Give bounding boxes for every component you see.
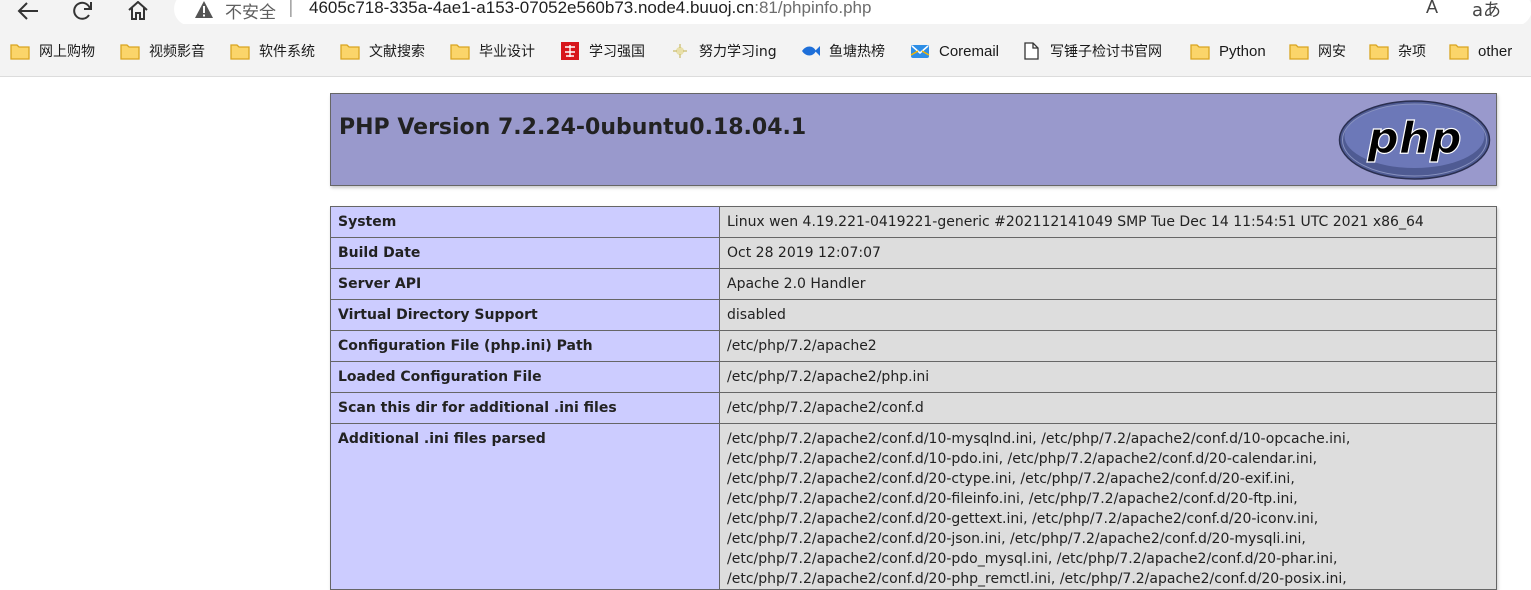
bookmarks-bar: 网上购物 视频影音 软件系统 文献搜索 毕业设计 学习强国 努力学习ing 鱼塘… [0, 24, 1531, 77]
bookmark-label: Coremail [939, 42, 1000, 60]
page-title: PHP Version 7.2.24-0ubuntu0.18.04.1 [339, 115, 807, 140]
table-row: Virtual Directory Support disabled [330, 299, 1497, 331]
folder-icon [1369, 44, 1389, 60]
warning-icon[interactable] [194, 0, 214, 20]
ini-file-line: /etc/php/7.2/apache2/conf.d/20-fileinfo.… [727, 491, 1298, 507]
page-icon [1024, 42, 1039, 60]
table-row: Loaded Configuration File /etc/php/7.2/a… [330, 361, 1497, 393]
table-row-additional-ini: Additional .ini files parsed /etc/php/7.… [330, 423, 1497, 590]
php-logo-text: php [1366, 113, 1461, 164]
bookmark-label: 写锤子检讨书官网 [1050, 44, 1162, 60]
ini-file-line: /etc/php/7.2/apache2/conf.d/20-ctype.ini… [727, 471, 1295, 487]
info-value: /etc/php/7.2/apache2/conf.d [719, 392, 1497, 424]
bookmark-label: 杂项 [1398, 44, 1426, 60]
bookmark-xie-chuizi[interactable]: 写锤子检讨书官网 [1021, 41, 1162, 61]
read-aloud-icon[interactable]: A̅ [1426, 0, 1438, 18]
bookmark-python[interactable]: Python [1190, 41, 1266, 61]
php-version-header: PHP Version 7.2.24-0ubuntu0.18.04.1 php [330, 93, 1497, 186]
bookmark-wangan[interactable]: 网安 [1289, 41, 1346, 61]
table-row: System Linux wen 4.19.221-0419221-generi… [330, 206, 1497, 238]
bookmark-wenxian-sousuo[interactable]: 文献搜索 [340, 41, 425, 61]
url-path: :81/phpinfo.php [754, 0, 872, 17]
info-key: Loaded Configuration File [330, 361, 720, 393]
bookmark-biye-sheji[interactable]: 毕业设计 [450, 41, 535, 61]
info-key: Scan this dir for additional .ini files [330, 392, 720, 424]
folder-icon [1190, 44, 1210, 60]
bookmark-label: 鱼塘热榜 [829, 44, 885, 60]
info-key: System [330, 206, 720, 238]
bookmark-wangshang-gouwu[interactable]: 网上购物 [10, 41, 95, 61]
bookmark-nuli-xuexi[interactable]: 努力学习ing [670, 41, 777, 61]
bookmark-label: other [1478, 42, 1513, 60]
bookmark-label: 网安 [1318, 44, 1346, 60]
bookmark-label: 视频影音 [149, 44, 205, 60]
table-row: Server API Apache 2.0 Handler [330, 268, 1497, 300]
info-value: Apache 2.0 Handler [719, 268, 1497, 300]
refresh-icon[interactable] [68, 0, 98, 22]
ini-file-line: /etc/php/7.2/apache2/conf.d/10-mysqlnd.i… [727, 431, 1351, 447]
info-value-ini-list: /etc/php/7.2/apache2/conf.d/10-mysqlnd.i… [719, 423, 1497, 590]
bookmark-ruanjian-xitong[interactable]: 软件系统 [230, 41, 315, 61]
xuexi-icon [561, 42, 579, 60]
bookmark-label: 文献搜索 [369, 44, 425, 60]
bookmark-yutang-rebang[interactable]: 鱼塘热榜 [800, 41, 885, 61]
ini-file-line: /etc/php/7.2/apache2/conf.d/10-pdo.ini, … [727, 451, 1318, 467]
folder-icon [10, 44, 30, 60]
info-value: Oct 28 2019 12:07:07 [719, 237, 1497, 269]
home-icon[interactable] [123, 0, 153, 22]
bookmark-shipin-yingyin[interactable]: 视频影音 [120, 41, 205, 61]
bookmark-label: 学习强国 [589, 44, 645, 60]
bookmark-other[interactable]: other [1449, 41, 1512, 61]
bookmark-label: 毕业设计 [479, 44, 535, 60]
url-text[interactable]: 4605c718-335a-4ae1-a153-07052e560b73.nod… [309, 0, 871, 18]
bookmark-label: 网上购物 [39, 44, 95, 60]
bookmark-label: 软件系统 [259, 44, 315, 60]
ini-file-line: /etc/php/7.2/apache2/conf.d/20-pdo_mysql… [727, 551, 1338, 567]
translate-icon[interactable]: aあ [1472, 0, 1501, 22]
folder-icon [450, 44, 470, 60]
php-logo-icon[interactable]: php [1338, 100, 1491, 180]
bookmark-coremail[interactable]: Coremail [910, 41, 999, 61]
coremail-icon [910, 45, 930, 58]
table-row: Configuration File (php.ini) Path /etc/p… [330, 330, 1497, 362]
insecure-label[interactable]: 不安全 [225, 0, 276, 23]
address-bar[interactable]: 不安全 | 4605c718-335a-4ae1-a153-07052e560b… [174, 0, 1531, 26]
bookmark-label: Python [1219, 42, 1266, 60]
address-separator: | [288, 0, 294, 18]
fish-icon [802, 46, 820, 56]
sparkle-icon [673, 44, 687, 58]
folder-icon [120, 44, 140, 60]
ini-file-line: /etc/php/7.2/apache2/conf.d/20-json.ini,… [727, 531, 1306, 547]
info-value: /etc/php/7.2/apache2 [719, 330, 1497, 362]
folder-icon [1449, 44, 1469, 60]
info-key: Configuration File (php.ini) Path [330, 330, 720, 362]
table-row: Build Date Oct 28 2019 12:07:07 [330, 237, 1497, 269]
browser-toolbar: 不安全 | 4605c718-335a-4ae1-a153-07052e560b… [0, 0, 1531, 26]
ini-file-line: /etc/php/7.2/apache2/conf.d/20-gettext.i… [727, 511, 1319, 527]
back-icon[interactable] [13, 0, 43, 22]
bookmark-zaxiang[interactable]: 杂项 [1369, 41, 1426, 61]
folder-icon [340, 44, 360, 60]
info-value: Linux wen 4.19.221-0419221-generic #2021… [719, 206, 1497, 238]
info-key: Server API [330, 268, 720, 300]
bookmark-label: 努力学习ing [699, 44, 777, 60]
ini-file-line: /etc/php/7.2/apache2/conf.d/20-php_remct… [727, 571, 1347, 587]
info-value: disabled [719, 299, 1497, 331]
table-row: Scan this dir for additional .ini files … [330, 392, 1497, 424]
info-key: Additional .ini files parsed [330, 423, 720, 590]
info-key: Virtual Directory Support [330, 299, 720, 331]
php-info-table: System Linux wen 4.19.221-0419221-generi… [330, 206, 1497, 590]
info-key: Build Date [330, 237, 720, 269]
folder-icon [1289, 44, 1309, 60]
url-host: 4605c718-335a-4ae1-a153-07052e560b73.nod… [309, 0, 755, 17]
bookmark-xuexi-qiangguo[interactable]: 学习强国 [560, 41, 645, 61]
folder-icon [230, 44, 250, 60]
info-value: /etc/php/7.2/apache2/php.ini [719, 361, 1497, 393]
